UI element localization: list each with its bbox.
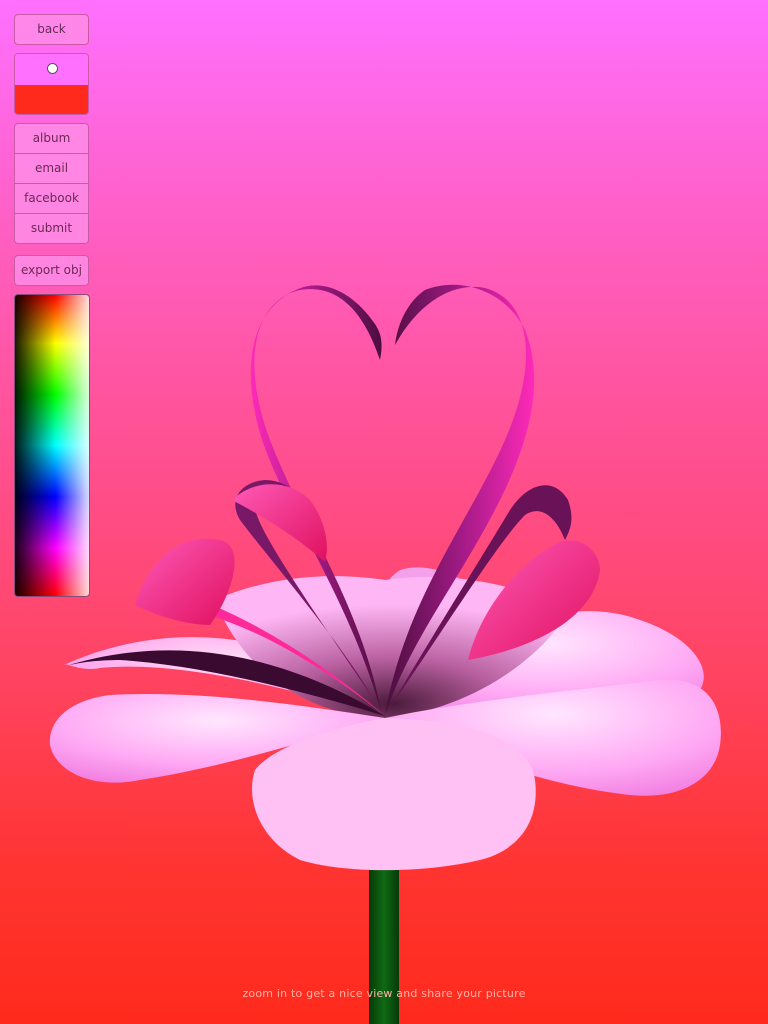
export-obj-button[interactable]: export obj xyxy=(14,255,89,286)
color-swatch[interactable] xyxy=(14,53,89,115)
hint-text: zoom in to get a nice view and share you… xyxy=(242,987,526,1000)
back-button[interactable]: back xyxy=(14,14,89,45)
submit-button[interactable]: submit xyxy=(14,213,89,244)
album-button[interactable]: album xyxy=(14,123,89,154)
swatch-primary[interactable] xyxy=(15,54,88,85)
color-picker[interactable] xyxy=(14,294,90,597)
flower-canvas[interactable] xyxy=(0,0,768,1024)
swatch-secondary[interactable] xyxy=(15,85,88,114)
email-button[interactable]: email xyxy=(14,153,89,184)
facebook-button[interactable]: facebook xyxy=(14,183,89,214)
share-menu: album email facebook submit xyxy=(14,123,89,244)
selected-indicator xyxy=(47,63,58,74)
